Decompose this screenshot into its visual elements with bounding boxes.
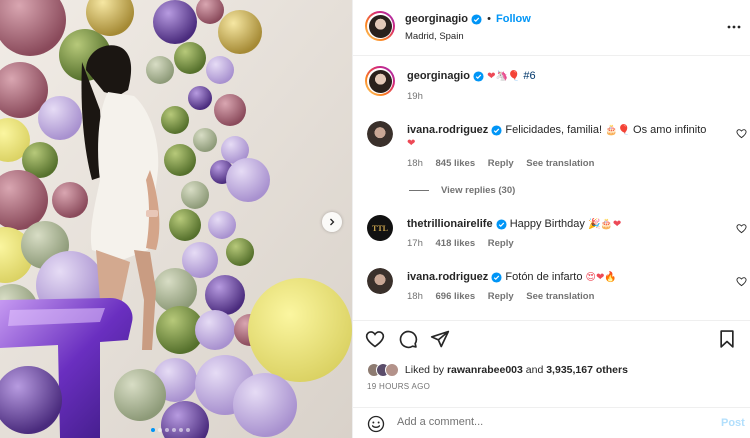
commenter-avatar[interactable]: TTL: [367, 215, 393, 241]
comment-heart-icon[interactable]: [736, 128, 747, 139]
view-replies-button[interactable]: View replies (30): [409, 185, 515, 196]
comment-likes[interactable]: 696 likes: [436, 291, 476, 302]
reply-button[interactable]: Reply: [488, 291, 514, 302]
liked-by-avatars[interactable]: [367, 363, 399, 377]
caption-hashtag[interactable]: #6: [523, 70, 535, 82]
verified-badge-icon: [473, 71, 484, 82]
follow-button[interactable]: Follow: [496, 13, 531, 25]
carousel-next-button[interactable]: [322, 212, 342, 232]
comment-age: 18h: [407, 291, 423, 302]
comment-heart-icon[interactable]: [736, 223, 747, 234]
commenter-avatar[interactable]: [367, 121, 393, 147]
caption-emojis: ❤🦄🎈: [487, 71, 521, 82]
post-location[interactable]: Madrid, Spain: [405, 31, 464, 42]
emoji-smiley-icon[interactable]: [367, 415, 385, 433]
post-timestamp[interactable]: 19 HOURS AGO: [367, 382, 430, 391]
liked-by-prefix: Liked by: [404, 363, 445, 376]
likes-count[interactable]: 3,935,167 others: [546, 364, 628, 376]
carousel-dot: [172, 428, 176, 432]
see-translation-button[interactable]: See translation: [526, 158, 594, 169]
comment-age: 18h: [407, 158, 423, 169]
comment-heart-icon[interactable]: [736, 276, 747, 287]
verified-badge-icon: [491, 272, 502, 283]
chevron-right-icon: [330, 218, 335, 226]
comment-username[interactable]: ivana.rodriguez: [407, 271, 488, 283]
add-comment-input[interactable]: [397, 416, 697, 428]
comment-composer: Post: [353, 407, 750, 438]
carousel-indicator: [151, 428, 190, 432]
post-comment-button[interactable]: Post: [721, 417, 745, 429]
liked-by-and: and: [525, 363, 544, 376]
comment-likes[interactable]: 418 likes: [436, 238, 476, 249]
verified-badge-icon: [491, 125, 502, 136]
more-horizontal-icon[interactable]: [727, 20, 741, 34]
post-header: georginagio • Follow Madrid, Spain: [353, 0, 750, 56]
ttl-logo-icon: TTL: [371, 223, 388, 233]
caption-avatar[interactable]: [365, 66, 395, 96]
save-bookmark-icon[interactable]: [717, 329, 737, 349]
post-detail-panel: georginagio • Follow Madrid, Spain georg…: [352, 0, 750, 438]
post-media[interactable]: [0, 0, 352, 438]
carousel-dot: [186, 428, 190, 432]
comment-emoji: 🎂🎈: [605, 125, 630, 136]
comment-emoji-line: ❤: [407, 138, 416, 149]
see-translation-button[interactable]: See translation: [526, 291, 594, 302]
commenter-avatar[interactable]: [367, 268, 393, 294]
caption: georginagio ❤🦄🎈 #6: [407, 70, 536, 82]
instagram-post-view: georginagio • Follow Madrid, Spain georg…: [0, 0, 750, 438]
comment-age: 17h: [407, 238, 423, 249]
author-avatar[interactable]: [365, 11, 395, 41]
carousel-dot: [179, 428, 183, 432]
dot-separator: •: [487, 13, 491, 25]
comment-bubble-icon[interactable]: [398, 329, 418, 349]
liked-by-username[interactable]: rawanrabee003: [447, 364, 523, 376]
author-username[interactable]: georginagio: [405, 13, 468, 25]
post-photo: [0, 0, 352, 438]
reply-button[interactable]: Reply: [488, 238, 514, 249]
comment-text: Happy Birthday: [509, 218, 585, 230]
comment-text: Fotón de infarto: [505, 271, 583, 283]
verified-badge-icon: [471, 14, 482, 25]
replies-divider: [409, 189, 429, 191]
comment-username[interactable]: thetrillionairelife: [407, 218, 493, 230]
caption-age: 19h: [407, 91, 423, 102]
carousel-dot: [165, 428, 169, 432]
like-heart-icon[interactable]: [365, 329, 385, 349]
reply-button[interactable]: Reply: [488, 158, 514, 169]
comment-emoji: 🎉🎂❤: [587, 219, 622, 230]
liked-by-summary: Liked by rawanrabee003 and 3,935,167 oth…: [367, 363, 628, 377]
comment-username[interactable]: ivana.rodriguez: [407, 124, 488, 136]
comment-likes[interactable]: 845 likes: [436, 158, 476, 169]
carousel-dot: [158, 428, 162, 432]
post-actions: Liked by rawanrabee003 and 3,935,167 oth…: [353, 320, 750, 438]
share-paper-plane-icon[interactable]: [430, 329, 450, 349]
comment-text-continued: Os amo infinito: [633, 124, 707, 136]
comment-emoji: 😍❤🔥: [585, 272, 617, 283]
caption-username[interactable]: georginagio: [407, 70, 470, 82]
carousel-dot: [151, 428, 155, 432]
verified-badge-icon: [496, 219, 507, 230]
comment-text: Felicidades, familia!: [505, 124, 603, 136]
